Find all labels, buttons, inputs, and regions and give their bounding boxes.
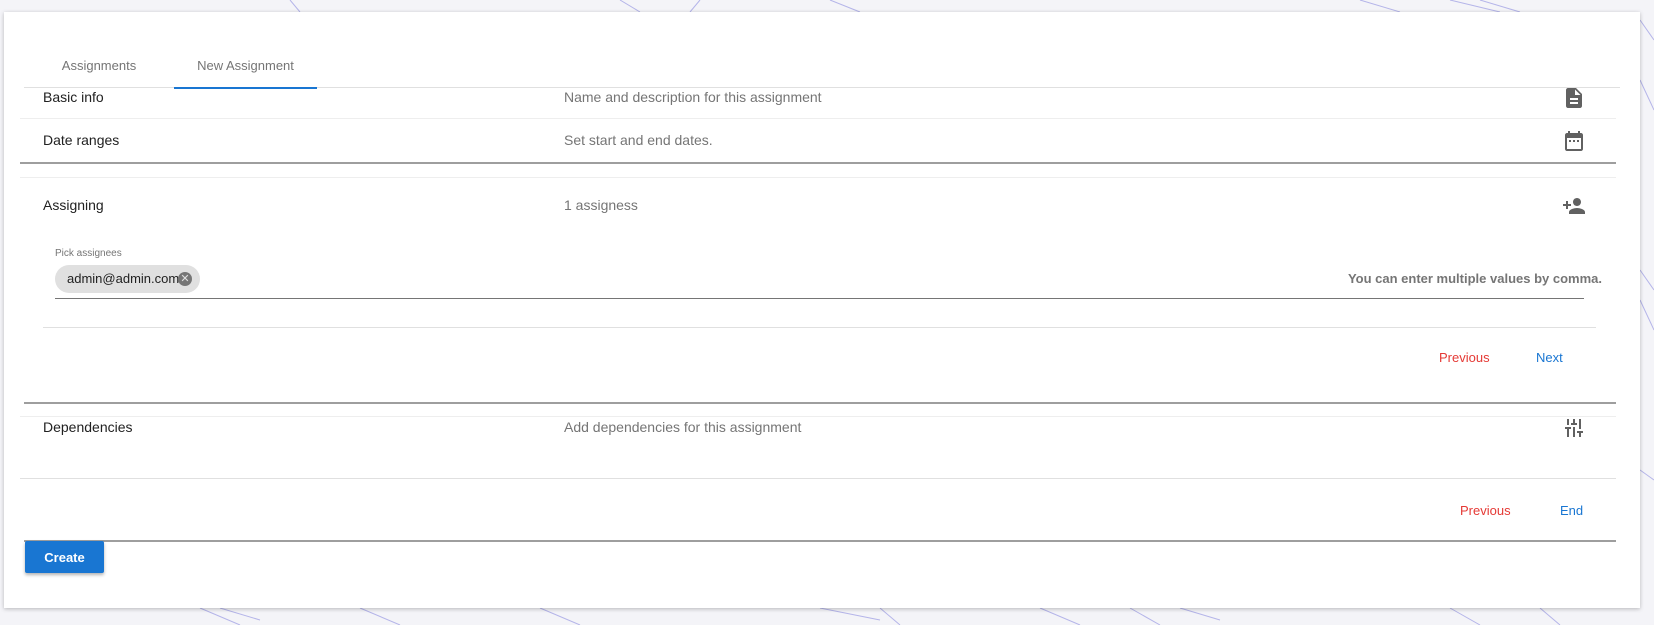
add-person-icon (1563, 198, 1585, 214)
document-icon (1566, 88, 1582, 108)
calendar-icon (1565, 131, 1583, 151)
step-basic-info[interactable]: Basic info Name and description for this… (20, 76, 1616, 119)
divider (43, 327, 1596, 328)
step-description: Set start and end dates. (564, 132, 713, 148)
previous-button[interactable]: Previous (1439, 350, 1490, 365)
step-title: Assigning (43, 197, 104, 213)
step-dependencies[interactable]: Dependencies Add dependencies for this a… (20, 416, 1616, 479)
chip-remove-icon[interactable]: ✕ (178, 272, 192, 286)
assignee-chip[interactable]: admin@admin.com ✕ (55, 265, 200, 293)
assignees-hint: You can enter multiple values by comma. (1347, 271, 1602, 286)
section-divider (24, 540, 1616, 542)
next-button[interactable]: Next (1536, 350, 1563, 365)
section-divider (24, 402, 1616, 404)
step-title: Date ranges (43, 132, 120, 148)
step-description: 1 assigness (564, 197, 638, 213)
assignees-label: Pick assignees (55, 248, 122, 259)
previous-button[interactable]: Previous (1460, 503, 1511, 518)
step-title: Basic info (43, 89, 104, 105)
step-date-ranges[interactable]: Date ranges Set start and end dates. (20, 119, 1616, 164)
step-title: Dependencies (43, 419, 133, 435)
sliders-icon (1565, 419, 1583, 437)
step-assigning[interactable]: Assigning 1 assigness (20, 177, 1616, 227)
assignees-input-underline[interactable] (55, 298, 1584, 299)
end-button[interactable]: End (1560, 503, 1583, 518)
step-description: Name and description for this assignment (564, 89, 822, 105)
create-button[interactable]: Create (25, 541, 104, 573)
step-description: Add dependencies for this assignment (564, 419, 802, 435)
chip-label: admin@admin.com (67, 271, 180, 286)
